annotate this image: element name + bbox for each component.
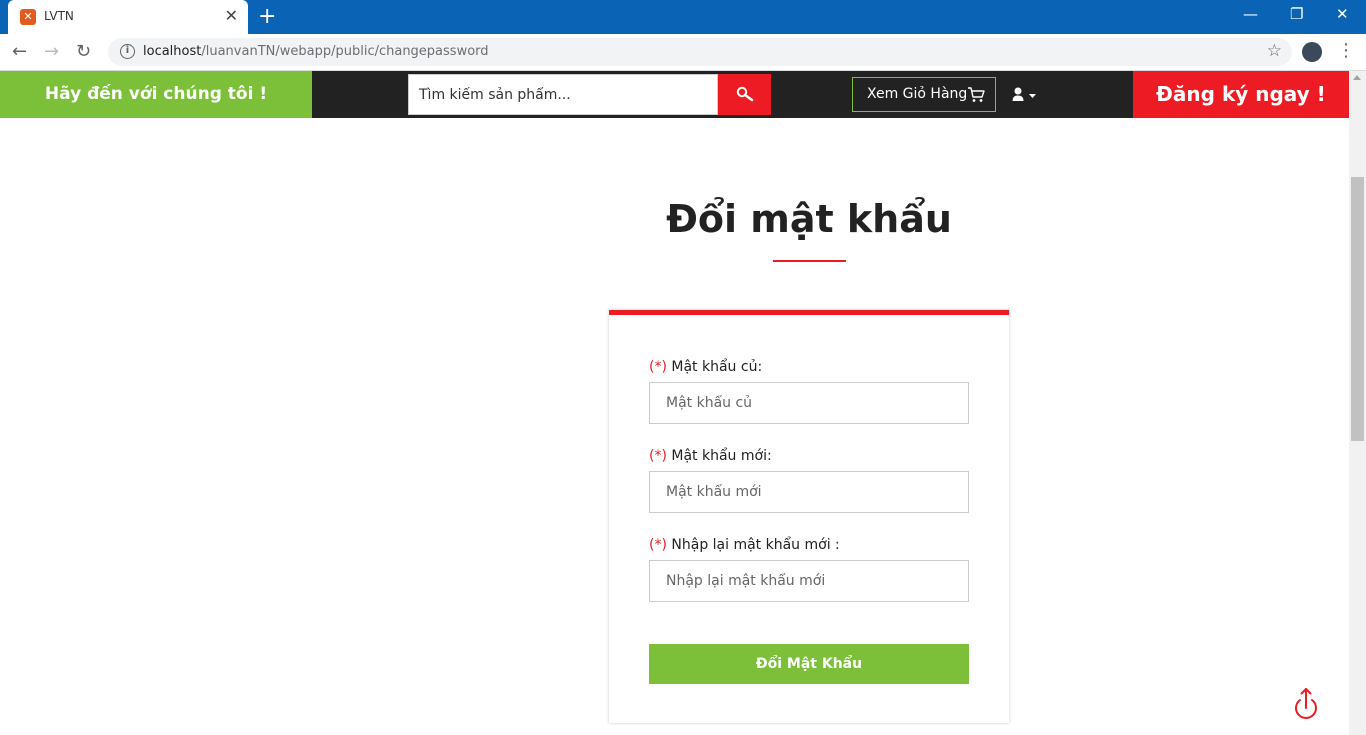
- page-scrollbar[interactable]: [1349, 71, 1366, 735]
- browser-menu-icon[interactable]: ⋮: [1337, 41, 1355, 61]
- scroll-up-arrow-icon[interactable]: [1353, 75, 1361, 80]
- welcome-banner[interactable]: Hãy đến với chúng tôi !: [0, 71, 312, 118]
- forward-arrow-icon[interactable]: →: [44, 41, 59, 63]
- cart-icon: [968, 87, 985, 102]
- search-box: [408, 74, 718, 115]
- change-password-button[interactable]: Đổi Mật Khẩu: [649, 644, 969, 684]
- page-title: Đổi mật khẩu: [666, 197, 952, 241]
- xampp-favicon-icon: ✕: [20, 9, 36, 25]
- browser-tab-bar: ✕ LVTN ✕ + — ❐ ✕: [0, 0, 1366, 34]
- info-icon[interactable]: i: [120, 44, 135, 59]
- required-mark: (*): [649, 448, 667, 464]
- url-host: localhost: [143, 44, 202, 59]
- back-to-top-icon: [1295, 688, 1317, 719]
- confirm-password-field[interactable]: [649, 560, 969, 602]
- reload-icon[interactable]: ↻: [76, 41, 91, 63]
- back-arrow-icon[interactable]: ←: [12, 41, 27, 63]
- old-password-field[interactable]: [649, 382, 969, 424]
- change-password-form: (*) Mật khẩu củ: (*) Mật khẩu mới: (*) N…: [609, 310, 1009, 723]
- close-window-icon[interactable]: ✕: [1336, 4, 1349, 24]
- site-header: Hãy đến với chúng tôi ! Xem Giỏ Hàng Đăn…: [0, 71, 1349, 118]
- bookmark-star-icon[interactable]: ☆: [1267, 41, 1282, 61]
- address-bar[interactable]: i localhost/luanvanTN/webapp/public/chan…: [108, 38, 1292, 66]
- restore-window-icon[interactable]: ❐: [1290, 4, 1303, 24]
- view-cart-label: Xem Giỏ Hàng: [867, 86, 968, 102]
- required-mark: (*): [649, 537, 667, 553]
- browser-tab[interactable]: ✕ LVTN ✕: [8, 0, 248, 34]
- url-text[interactable]: localhost/luanvanTN/webapp/public/change…: [143, 44, 489, 59]
- back-to-top-button[interactable]: [1292, 686, 1320, 720]
- search-input[interactable]: [409, 75, 717, 114]
- url-path: /luanvanTN/webapp/public/changepassword: [201, 44, 489, 59]
- new-password-label-text: Mật khẩu mới:: [671, 448, 772, 464]
- old-password-label-text: Mật khẩu củ:: [671, 359, 763, 375]
- minimize-window-icon[interactable]: —: [1243, 4, 1258, 24]
- confirm-password-label: (*) Nhập lại mật khẩu mới :: [649, 537, 840, 553]
- user-menu-dropdown[interactable]: [1012, 86, 1040, 104]
- new-tab-button[interactable]: +: [258, 4, 276, 30]
- confirm-password-label-text: Nhập lại mật khẩu mới :: [671, 537, 840, 553]
- browser-toolbar: ← → ↻ i localhost/luanvanTN/webapp/publi…: [0, 34, 1366, 71]
- view-cart-button[interactable]: Xem Giỏ Hàng: [852, 77, 996, 112]
- old-password-label: (*) Mật khẩu củ:: [649, 359, 762, 375]
- profile-avatar-icon[interactable]: [1302, 42, 1322, 62]
- register-now-button[interactable]: Đăng ký ngay !: [1133, 71, 1349, 118]
- search-icon: [736, 86, 754, 102]
- tab-close-icon[interactable]: ✕: [225, 7, 238, 25]
- title-underline: [773, 260, 846, 262]
- search-button[interactable]: [718, 74, 771, 115]
- new-password-label: (*) Mật khẩu mới:: [649, 448, 772, 464]
- user-icon: [1012, 87, 1036, 101]
- new-password-field[interactable]: [649, 471, 969, 513]
- tab-title: LVTN: [44, 9, 74, 23]
- required-mark: (*): [649, 359, 667, 375]
- scrollbar-thumb[interactable]: [1351, 177, 1364, 441]
